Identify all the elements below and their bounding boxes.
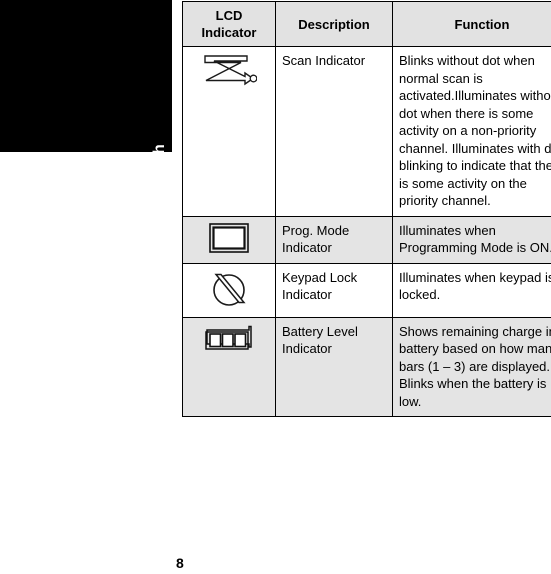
column-header-function: Function: [392, 1, 551, 47]
page-number: 8: [176, 555, 184, 571]
lcd-indicator-cell: [182, 316, 276, 417]
lcd-indicator-cell: [182, 262, 276, 318]
indicator-description: Battery Level Indicator: [275, 316, 393, 417]
table-row: Scan Indicator Blinks without dot when n…: [182, 46, 551, 217]
lcd-indicator-cell: [182, 215, 276, 264]
language-tab: English: [0, 0, 172, 152]
indicator-function: Illuminates when Programming Mode is ON.: [392, 215, 551, 264]
keypad-lock-indicator-icon: [189, 269, 269, 311]
battery-level-indicator-icon: [189, 323, 269, 353]
column-header-description: Description: [275, 1, 393, 47]
indicator-description: Prog. Mode Indicator: [275, 215, 393, 264]
table-header-row: LCD Indicator Description Function: [182, 1, 551, 47]
lcd-indicator-table: LCD Indicator Description Function Scan …: [182, 1, 551, 417]
indicator-function: Shows remaining charge in battery based …: [392, 316, 551, 417]
indicator-function: Illuminates when keypad is locked.: [392, 262, 551, 318]
scan-indicator-icon: [189, 52, 269, 92]
table-row: Battery Level Indicator Shows remaining …: [182, 316, 551, 417]
table-row: Keypad Lock Indicator Illuminates when k…: [182, 262, 551, 318]
lcd-indicator-cell: [182, 46, 276, 217]
indicator-function: Blinks without dot when normal scan is a…: [392, 46, 551, 217]
prog-mode-indicator-icon: [189, 222, 269, 254]
indicator-description: Scan Indicator: [275, 46, 393, 217]
table-row: Prog. Mode Indicator Illuminates when Pr…: [182, 215, 551, 264]
language-tab-label: English: [151, 144, 168, 152]
indicator-description: Keypad Lock Indicator: [275, 262, 393, 318]
column-header-lcd-indicator: LCD Indicator: [182, 1, 276, 47]
